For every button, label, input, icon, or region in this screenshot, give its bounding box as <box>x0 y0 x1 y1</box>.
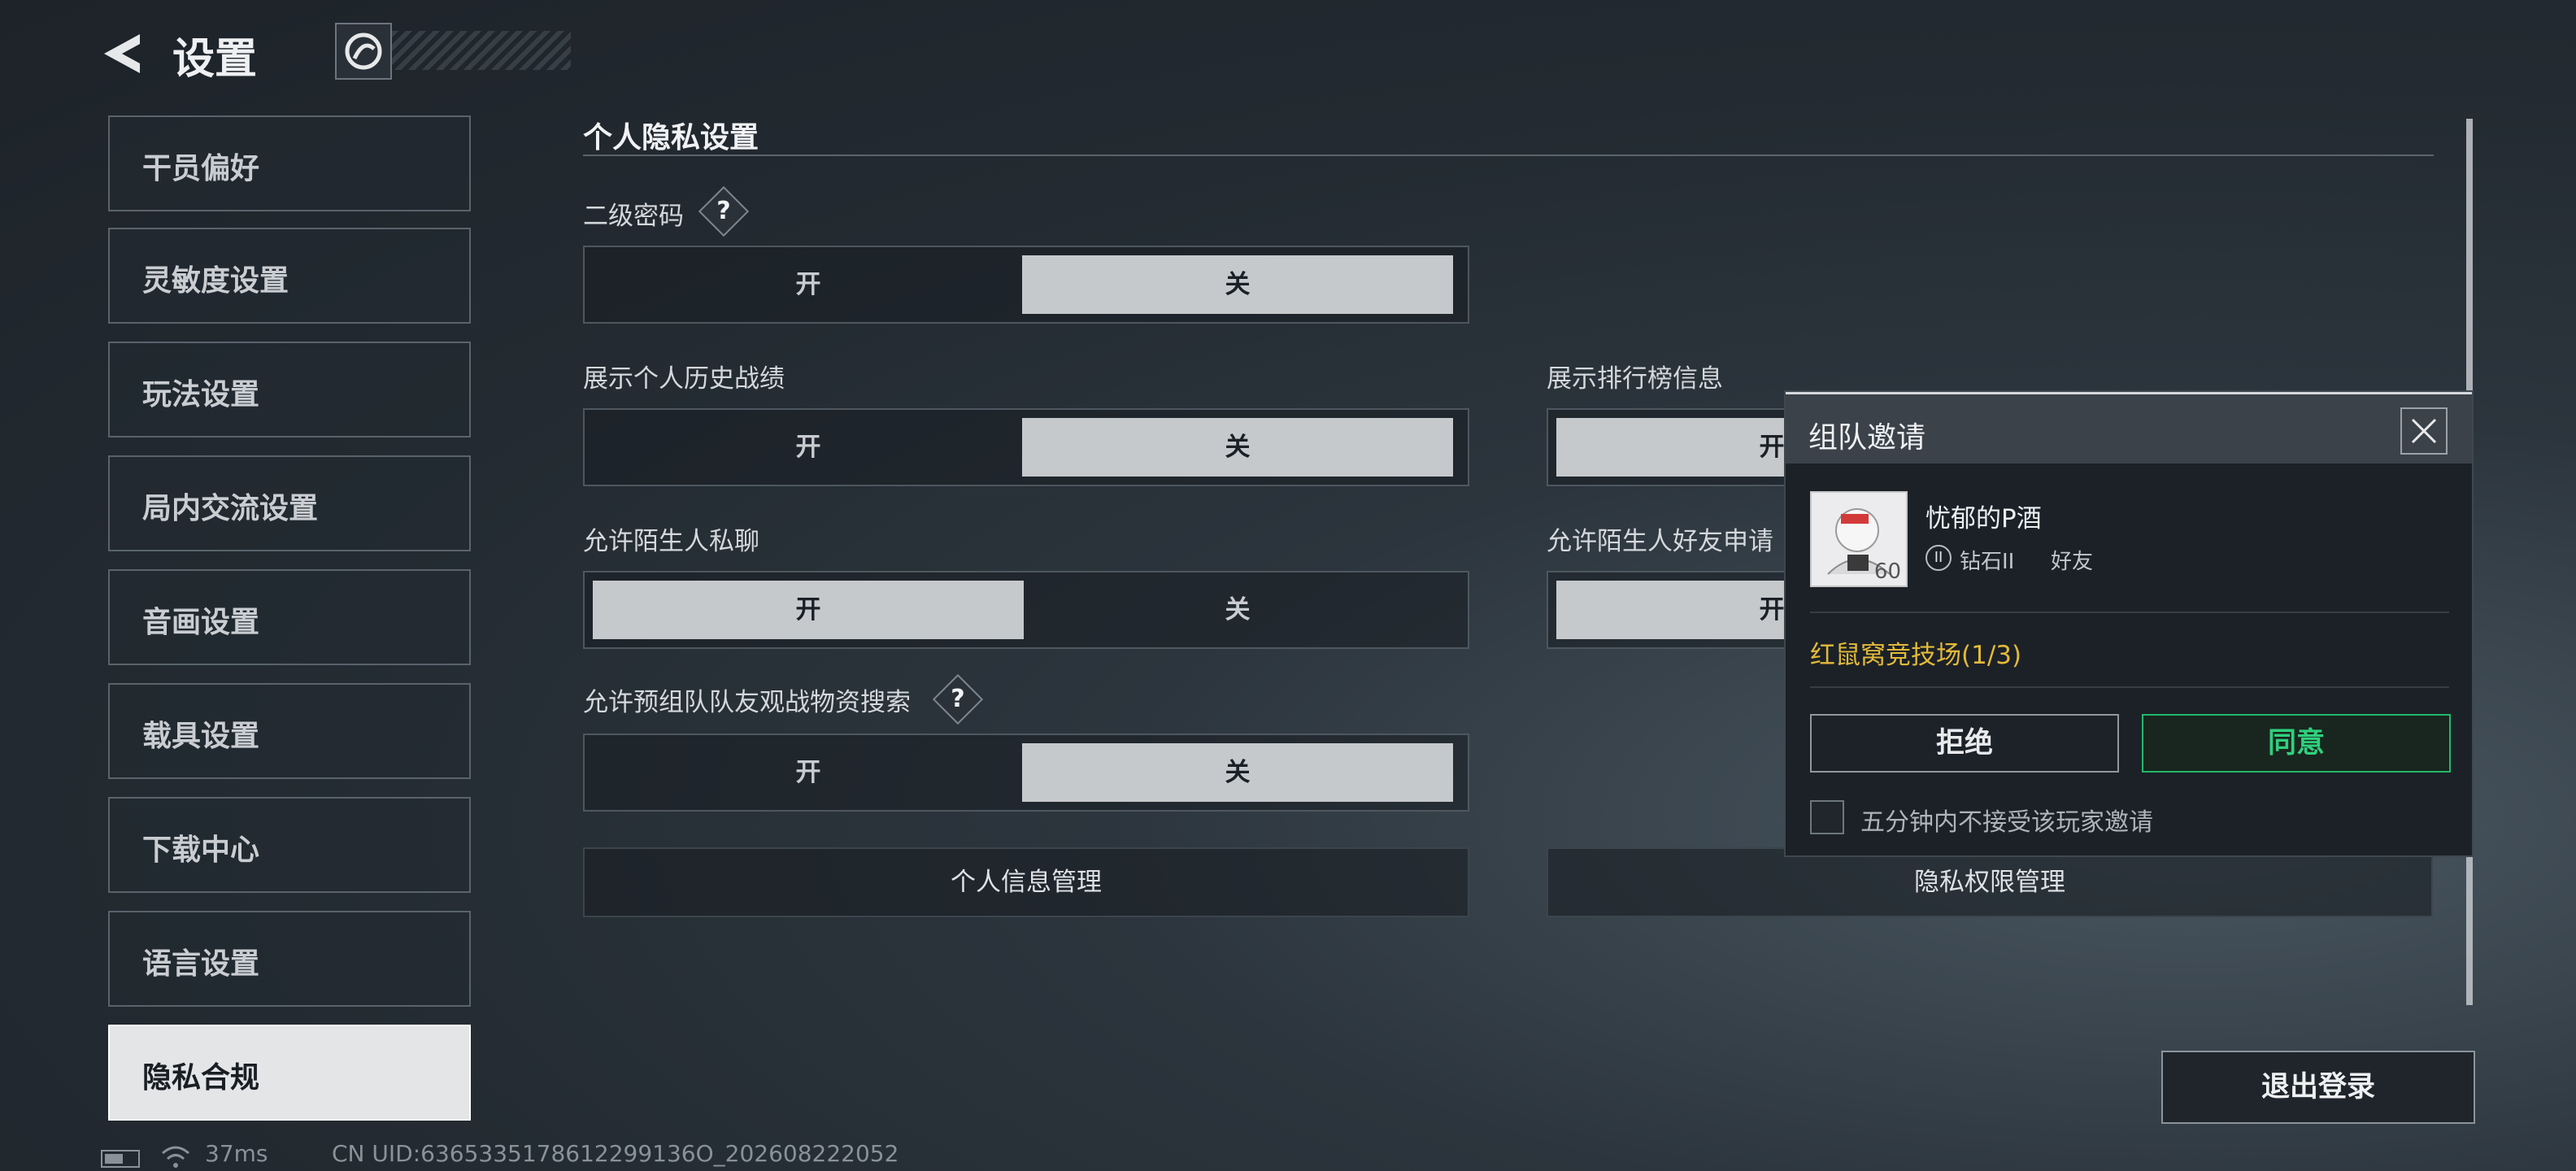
player-avatar: 60 <box>1810 491 1908 587</box>
mute-invite-label: 五分钟内不接受该玩家邀请 <box>1860 808 2153 837</box>
preteam-spectate-toggle[interactable]: 开 关 <box>583 734 1469 812</box>
sidebar-item-label: 载具设置 <box>142 720 260 753</box>
stranger-chat-toggle[interactable]: 开 关 <box>583 571 1469 649</box>
sidebar-item-label: 干员偏好 <box>142 152 260 185</box>
toggle-on-option[interactable]: 开 <box>593 255 1024 314</box>
player-rank: 钻石II <box>1960 550 2015 574</box>
sidebar-item-label: 语言设置 <box>142 947 260 981</box>
logout-button[interactable]: 退出登录 <box>2161 1051 2475 1124</box>
second-password-label: 二级密码 <box>583 202 684 231</box>
popup-divider <box>1810 686 2449 688</box>
player-name: 忧郁的P酒 <box>1925 504 2042 533</box>
show-leaderboard-label: 展示排行榜信息 <box>1547 364 1723 394</box>
sidebar-item-sensitivity[interactable]: 灵敏度设置 <box>108 228 471 324</box>
relation-tag: 好友 <box>2051 550 2094 574</box>
ping-readout: 37ms <box>205 1140 268 1167</box>
sidebar-item-label: 局内交流设置 <box>142 492 319 525</box>
game-mode-text: 红鼠窝竞技场(1/3) <box>1810 641 2022 670</box>
privacy-permission-management-button[interactable]: 隐私权限管理 <box>1547 847 2433 917</box>
team-invite-popup: 组队邀请 60 忧郁的P酒 II 钻石II 好友 红鼠窝竞技场(1/3) 拒绝 … <box>1784 390 2474 857</box>
preteam-spectate-label: 允许预组队队友观战物资搜索 <box>583 688 911 717</box>
popup-header: 组队邀请 <box>1786 392 2472 464</box>
toggle-on-option[interactable]: 开 <box>593 581 1024 639</box>
uid-text: CN UID:6365335178612299136O_202608222052 <box>332 1140 899 1167</box>
sidebar-item-privacy-compliance[interactable]: 隐私合规 <box>108 1025 471 1121</box>
back-arrow-icon[interactable] <box>98 31 146 76</box>
mute-invite-checkbox[interactable] <box>1810 800 1844 834</box>
agree-button[interactable]: 同意 <box>2142 714 2451 773</box>
section-title: 个人隐私设置 <box>583 121 759 155</box>
sidebar-item-language[interactable]: 语言设置 <box>108 911 471 1007</box>
sidebar-item-operator-preferences[interactable]: 干员偏好 <box>108 115 471 211</box>
toggle-on-option[interactable]: 开 <box>593 743 1024 802</box>
header-hatch-decoration <box>392 31 571 70</box>
help-icon[interactable]: ? <box>698 185 750 237</box>
sidebar-item-label: 玩法设置 <box>142 378 260 411</box>
page-title: 设置 <box>172 35 258 84</box>
toggle-on-option[interactable]: 开 <box>593 418 1024 477</box>
sidebar-item-vehicle[interactable]: 载具设置 <box>108 683 471 779</box>
sidebar-item-gameplay[interactable]: 玩法设置 <box>108 342 471 437</box>
sidebar-item-download-center[interactable]: 下载中心 <box>108 797 471 893</box>
wifi-icon <box>162 1146 189 1168</box>
toggle-off-option[interactable]: 关 <box>1022 743 1453 802</box>
show-history-label: 展示个人历史战绩 <box>583 364 785 394</box>
personal-info-management-button[interactable]: 个人信息管理 <box>583 847 1469 917</box>
stranger-friend-request-label: 允许陌生人好友申请 <box>1547 527 1773 556</box>
close-button[interactable] <box>2400 407 2448 455</box>
reject-button[interactable]: 拒绝 <box>1810 714 2119 773</box>
sidebar-item-label: 下载中心 <box>142 834 260 867</box>
toggle-off-option[interactable]: 关 <box>1022 581 1453 639</box>
popup-title: 组队邀请 <box>1808 421 1926 455</box>
sidebar-item-audio-video[interactable]: 音画设置 <box>108 569 471 665</box>
toggle-off-option[interactable]: 关 <box>1022 255 1453 314</box>
popup-divider <box>1810 612 2449 613</box>
player-level: 60 <box>1873 559 1901 584</box>
rank-badge-icon: II <box>1925 545 1952 571</box>
toggle-off-option[interactable]: 关 <box>1022 418 1453 477</box>
help-icon[interactable]: ? <box>932 673 984 725</box>
game-logo-icon <box>335 23 392 80</box>
sidebar-item-in-game-communication[interactable]: 局内交流设置 <box>108 455 471 551</box>
sidebar-item-label: 音画设置 <box>142 606 260 639</box>
show-history-toggle[interactable]: 开 关 <box>583 408 1469 486</box>
second-password-toggle[interactable]: 开 关 <box>583 246 1469 324</box>
section-divider <box>583 155 2434 156</box>
stranger-chat-label: 允许陌生人私聊 <box>583 527 759 556</box>
sidebar-item-label: 隐私合规 <box>142 1061 260 1095</box>
sidebar-item-label: 灵敏度设置 <box>142 264 289 298</box>
close-icon <box>2411 418 2437 444</box>
battery-icon <box>101 1150 140 1168</box>
